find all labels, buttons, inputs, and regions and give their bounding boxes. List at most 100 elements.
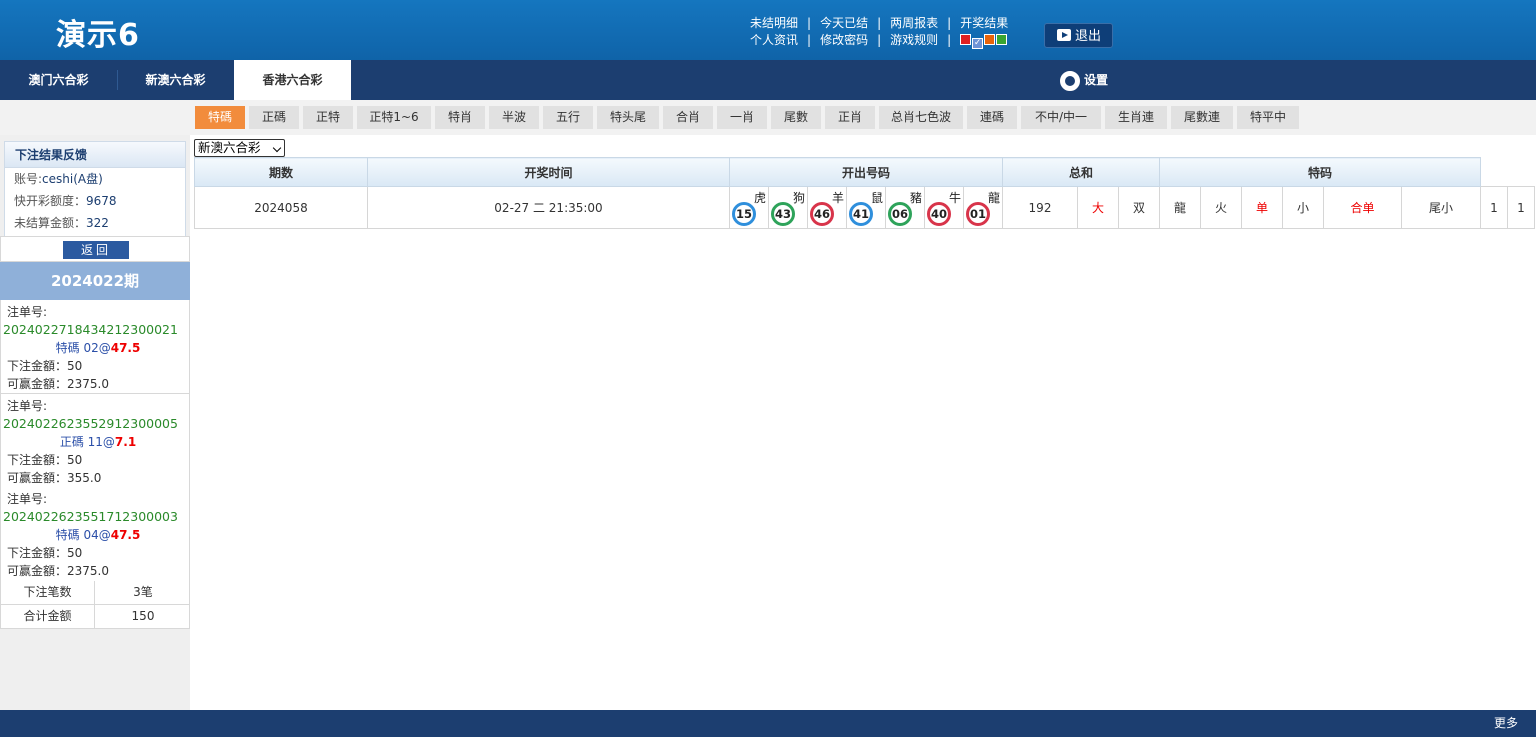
cell-special-parity: 单 — [1241, 186, 1283, 229]
header-numbers: 开出号码 — [729, 157, 1003, 187]
bet-amount: 下注金額：50 — [7, 359, 83, 373]
app-logo: 演示6 — [56, 18, 140, 53]
settings-button[interactable]: 设置 — [1060, 69, 1108, 91]
cell-sum: 192 — [1002, 186, 1078, 229]
link-two-week-report[interactable]: 两周报表 — [890, 16, 938, 30]
cell-extra-1: 1 — [1480, 186, 1508, 229]
subtab-14[interactable]: 不中/中一 — [1021, 106, 1101, 129]
subtab-17[interactable]: 特平中 — [1237, 106, 1299, 129]
lottery-select[interactable]: 新澳六合彩 — [194, 139, 285, 157]
bet-number: 2024022623551712300003 — [3, 509, 178, 524]
drawn-number-cell: 狗 43 — [768, 186, 808, 229]
bet-amount: 下注金額：50 — [7, 546, 83, 560]
nav-tab-new-macau[interactable]: 新澳六合彩 — [117, 60, 234, 100]
gear-icon — [1060, 70, 1080, 91]
back-button[interactable]: 返回 — [63, 241, 129, 259]
bet-count-row: 下注笔数 3笔 — [0, 581, 190, 605]
subtab-7[interactable]: 特头尾 — [597, 106, 659, 129]
bet-total-row: 合计金额 150 — [0, 605, 190, 629]
main-nav: 澳门六合彩 新澳六合彩 香港六合彩 — [0, 60, 1536, 100]
bet-amount: 下注金額：50 — [7, 453, 83, 467]
theme-swatch-green[interactable] — [996, 34, 1008, 45]
bet-item: 特碼 02@47.5 — [55, 341, 141, 355]
subtab-5[interactable]: 半波 — [489, 106, 539, 129]
drawn-number-cell: 鼠 41 — [846, 186, 886, 229]
nav-tab-hongkong[interactable]: 香港六合彩 — [234, 60, 351, 100]
link-unsettled[interactable]: 未结明细 — [750, 16, 798, 30]
bet-record: 注单号: 2024022718434212300021 特碼 02@47.5 下注金額… — [0, 300, 190, 394]
number-ball: 01 — [966, 202, 990, 226]
logout-button[interactable]: 退出 — [1044, 23, 1113, 48]
subtab-16[interactable]: 尾數連 — [1171, 106, 1233, 129]
bet-odds: 7.1 — [114, 435, 137, 449]
link-draw-results[interactable]: 开奖结果 — [960, 16, 1008, 30]
drawn-number-cell: 牛 40 — [924, 186, 964, 229]
subtab-8[interactable]: 合肖 — [663, 106, 713, 129]
feedback-title: 下注结果反馈 — [5, 142, 185, 168]
subtab-0[interactable]: 特碼 — [195, 106, 245, 129]
subtab-2[interactable]: 正特 — [303, 106, 353, 129]
results-table: 期数 开奖时间 开出号码 总和 特码 2024058 02-27 二 21:35… — [194, 157, 1535, 229]
header-draw-time: 开奖时间 — [367, 157, 730, 187]
header-special: 特码 — [1159, 157, 1481, 187]
logout-icon — [1057, 29, 1071, 41]
link-today-settled[interactable]: 今天已结 — [820, 16, 868, 30]
quota-line: 快开彩额度：9678 — [14, 194, 117, 208]
number-ball: 41 — [849, 202, 873, 226]
drawn-number-cell: 豬 06 — [885, 186, 925, 229]
bet-number: 2024022718434212300021 — [3, 322, 178, 337]
zodiac-label: 狗 — [792, 191, 805, 205]
account-line: 账号:ceshi(A盘) — [14, 172, 103, 186]
cell-period: 2024058 — [194, 186, 368, 229]
subtab-11[interactable]: 正肖 — [825, 106, 875, 129]
subtab-10[interactable]: 尾數 — [771, 106, 821, 129]
cell-sum-parity: 双 — [1118, 186, 1160, 229]
link-change-password[interactable]: 修改密码 — [820, 33, 868, 47]
cell-draw-time: 02-27 二 21:35:00 — [367, 186, 730, 229]
number-ball: 40 — [927, 202, 951, 226]
subtab-9[interactable]: 一肖 — [717, 106, 767, 129]
bet-win: 可赢金額：2375.0 — [7, 377, 110, 391]
cell-special-element: 火 — [1200, 186, 1242, 229]
top-links: 未结明细 | 今天已结 | 两周报表 | 开奖结果 个人资讯 | 修改密码 | 游戏规则 | ✓ — [750, 16, 1009, 49]
drawn-number-cell: 虎 15 — [729, 186, 769, 229]
bet-feedback-panel: 下注结果反馈 账号:ceshi(A盘) 快开彩额度：9678 未结算金额：322 — [4, 141, 186, 237]
subtab-12[interactable]: 总肖七色波 — [879, 106, 963, 129]
zodiac-label: 豬 — [909, 191, 922, 205]
link-personal-info[interactable]: 个人资讯 — [750, 33, 798, 47]
bet-odds: 47.5 — [110, 528, 141, 542]
bet-item: 特碼 04@47.5 — [55, 528, 141, 542]
cell-special-combined: 合单 — [1323, 186, 1402, 229]
zodiac-label: 牛 — [948, 191, 961, 205]
zodiac-label: 鼠 — [870, 191, 883, 205]
subtab-15[interactable]: 生肖連 — [1105, 106, 1167, 129]
bet-win: 可赢金額：2375.0 — [7, 564, 110, 578]
cell-special-zodiac: 龍 — [1159, 186, 1201, 229]
subtab-1[interactable]: 正碼 — [249, 106, 299, 129]
bet-type-tabs: 特碼 正碼 正特 正特1~6 特肖 半波 五行 特头尾 合肖 一肖 尾數 正肖 总肖七色波 連碼 不中/中一… — [0, 100, 1536, 135]
cell-special-tail: 尾小 — [1401, 186, 1481, 229]
link-game-rules[interactable]: 游戏规则 — [890, 33, 938, 47]
theme-swatch-red[interactable] — [960, 34, 972, 45]
header: 演示6 未结明细 | 今天已结 | 两周报表 | 开奖结果 个人资讯 | 修改密码 | 游戏规则 | ✓… — [0, 0, 1536, 60]
number-ball: 06 — [888, 202, 912, 226]
number-ball: 46 — [810, 202, 834, 226]
header-sum: 总和 — [1002, 157, 1160, 187]
drawn-number-cell: 羊 46 — [807, 186, 847, 229]
nav-tab-macau[interactable]: 澳门六合彩 — [0, 60, 117, 100]
zodiac-label: 虎 — [753, 191, 766, 205]
theme-swatch-orange[interactable] — [984, 34, 996, 45]
bet-odds: 47.5 — [110, 341, 141, 355]
check-icon: ✓ — [973, 38, 982, 48]
subtab-4[interactable]: 特肖 — [435, 106, 485, 129]
more-link[interactable]: 更多 — [1494, 710, 1518, 737]
subtab-6[interactable]: 五行 — [543, 106, 593, 129]
footer: 更多 — [0, 710, 1536, 737]
subtab-13[interactable]: 連碼 — [967, 106, 1017, 129]
zodiac-label: 龍 — [987, 191, 1000, 205]
theme-swatch-blue[interactable]: ✓ — [972, 38, 984, 49]
table-row: 2024058 02-27 二 21:35:00 虎 15 狗 43 羊 46 鼠 41 豬 06… — [194, 186, 1535, 229]
bet-record: 注单号: 2024022623551712300003 特碼 04@47.5 下注金額… — [0, 487, 190, 582]
period-title: 2024022期 — [0, 262, 190, 300]
subtab-3[interactable]: 正特1~6 — [357, 106, 431, 129]
